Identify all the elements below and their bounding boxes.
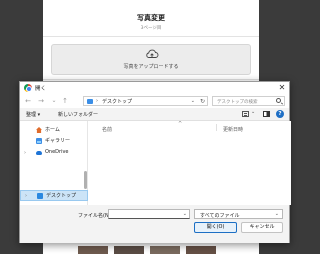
help-icon[interactable]: ? (276, 110, 284, 118)
back-button[interactable]: ← (23, 96, 33, 106)
command-bar: 整理 ▾ 新しいフォルダー ⌄ ? (20, 108, 289, 121)
sidebar-item-label: デスクトップ (46, 193, 77, 199)
recent-locations-button[interactable]: ⌄ (49, 96, 59, 106)
column-header-date[interactable]: 更新日時 (223, 126, 243, 133)
address-dropdown-button[interactable]: ⌄ (191, 97, 195, 106)
cloud-upload-icon (146, 49, 159, 58)
folder-icon (87, 99, 93, 104)
navigation-pane: ホーム ギャラリー › OneDrive › デスクトップ (20, 121, 88, 205)
navigation-bar: ← → ⌄ ↑ › デスクトップ ⌄ ↻ デスクトップの検索 (20, 94, 289, 108)
sidebar-item-onedrive[interactable]: › OneDrive (20, 148, 88, 158)
page-step: 3ページ目 (140, 26, 162, 31)
file-list[interactable]: ^ 名前 更新日時 (88, 121, 291, 205)
dialog-title: 開く (35, 86, 47, 92)
file-type-dropdown: ⌄ (274, 211, 279, 217)
sidebar-scrollbar[interactable] (84, 171, 87, 189)
view-options-icon[interactable] (242, 111, 249, 117)
photo-thumbnail[interactable] (78, 246, 108, 254)
file-type-value: すべてのファイル (200, 212, 240, 219)
close-button[interactable]: ✕ (277, 82, 287, 93)
cloud-icon (36, 151, 42, 155)
sidebar-item-label: OneDrive (45, 149, 69, 155)
dialog-titlebar[interactable]: 開く ✕ (20, 82, 289, 94)
desktop-folder-icon (37, 193, 43, 199)
sidebar-item-home[interactable]: ホーム (20, 125, 88, 135)
file-name-dropdown[interactable]: ⌄ (183, 210, 187, 219)
sidebar-item-gallery[interactable]: ギャラリー (20, 136, 88, 146)
column-header-name[interactable]: 名前 (102, 126, 112, 133)
chrome-icon (24, 84, 32, 92)
home-icon (36, 127, 42, 133)
search-input[interactable]: デスクトップの検索 (212, 96, 285, 106)
column-divider[interactable] (216, 124, 217, 131)
chevron-right-icon: › (96, 98, 98, 104)
sidebar-item-label: ホーム (45, 127, 60, 133)
dialog-footer: ファイル名(N): ⌄ すべてのファイル ⌄ 開く(O) キャンセル (20, 205, 289, 243)
expand-chevron-icon[interactable]: › (24, 148, 26, 158)
file-name-input[interactable]: ⌄ (108, 209, 190, 219)
address-path[interactable]: デスクトップ (102, 98, 132, 105)
expand-chevron-icon[interactable]: › (25, 191, 27, 201)
organize-button[interactable]: 整理 ▾ (26, 111, 40, 118)
file-open-dialog: 開く ✕ ← → ⌄ ↑ › デスクトップ ⌄ ↻ デスクトップの検索 整理 ▾… (19, 81, 291, 243)
address-bar[interactable]: › デスクトップ ⌄ ↻ (83, 96, 208, 106)
upload-photo-button[interactable]: 写真をアップロードする (51, 44, 251, 75)
upload-photo-label: 写真をアップロードする (123, 64, 179, 70)
new-folder-button[interactable]: 新しいフォルダー (58, 111, 98, 118)
page-title: 写真変更 (137, 14, 165, 22)
sort-indicator-icon: ^ (178, 121, 183, 127)
open-button[interactable]: 開く(O) (194, 222, 237, 233)
search-icon (276, 98, 281, 103)
header-divider (43, 36, 259, 37)
search-placeholder: デスクトップの検索 (217, 99, 258, 105)
forward-button[interactable]: → (36, 96, 46, 106)
view-options-dropdown[interactable]: ⌄ (251, 109, 255, 115)
photo-thumbnails (78, 246, 216, 254)
photo-thumbnail[interactable] (150, 246, 180, 254)
up-button[interactable]: ↑ (60, 96, 70, 106)
cancel-button[interactable]: キャンセル (241, 222, 283, 233)
gallery-icon (36, 138, 42, 144)
photo-thumbnail[interactable] (114, 246, 144, 254)
panel-divider (43, 79, 259, 80)
photo-thumbnail[interactable] (186, 246, 216, 254)
preview-pane-icon[interactable] (263, 111, 270, 117)
refresh-button[interactable]: ↻ (200, 97, 205, 106)
sidebar-item-label: ギャラリー (45, 138, 71, 144)
sidebar-item-desktop[interactable]: › デスクトップ (20, 190, 88, 201)
file-type-select[interactable]: すべてのファイル ⌄ (194, 209, 283, 219)
